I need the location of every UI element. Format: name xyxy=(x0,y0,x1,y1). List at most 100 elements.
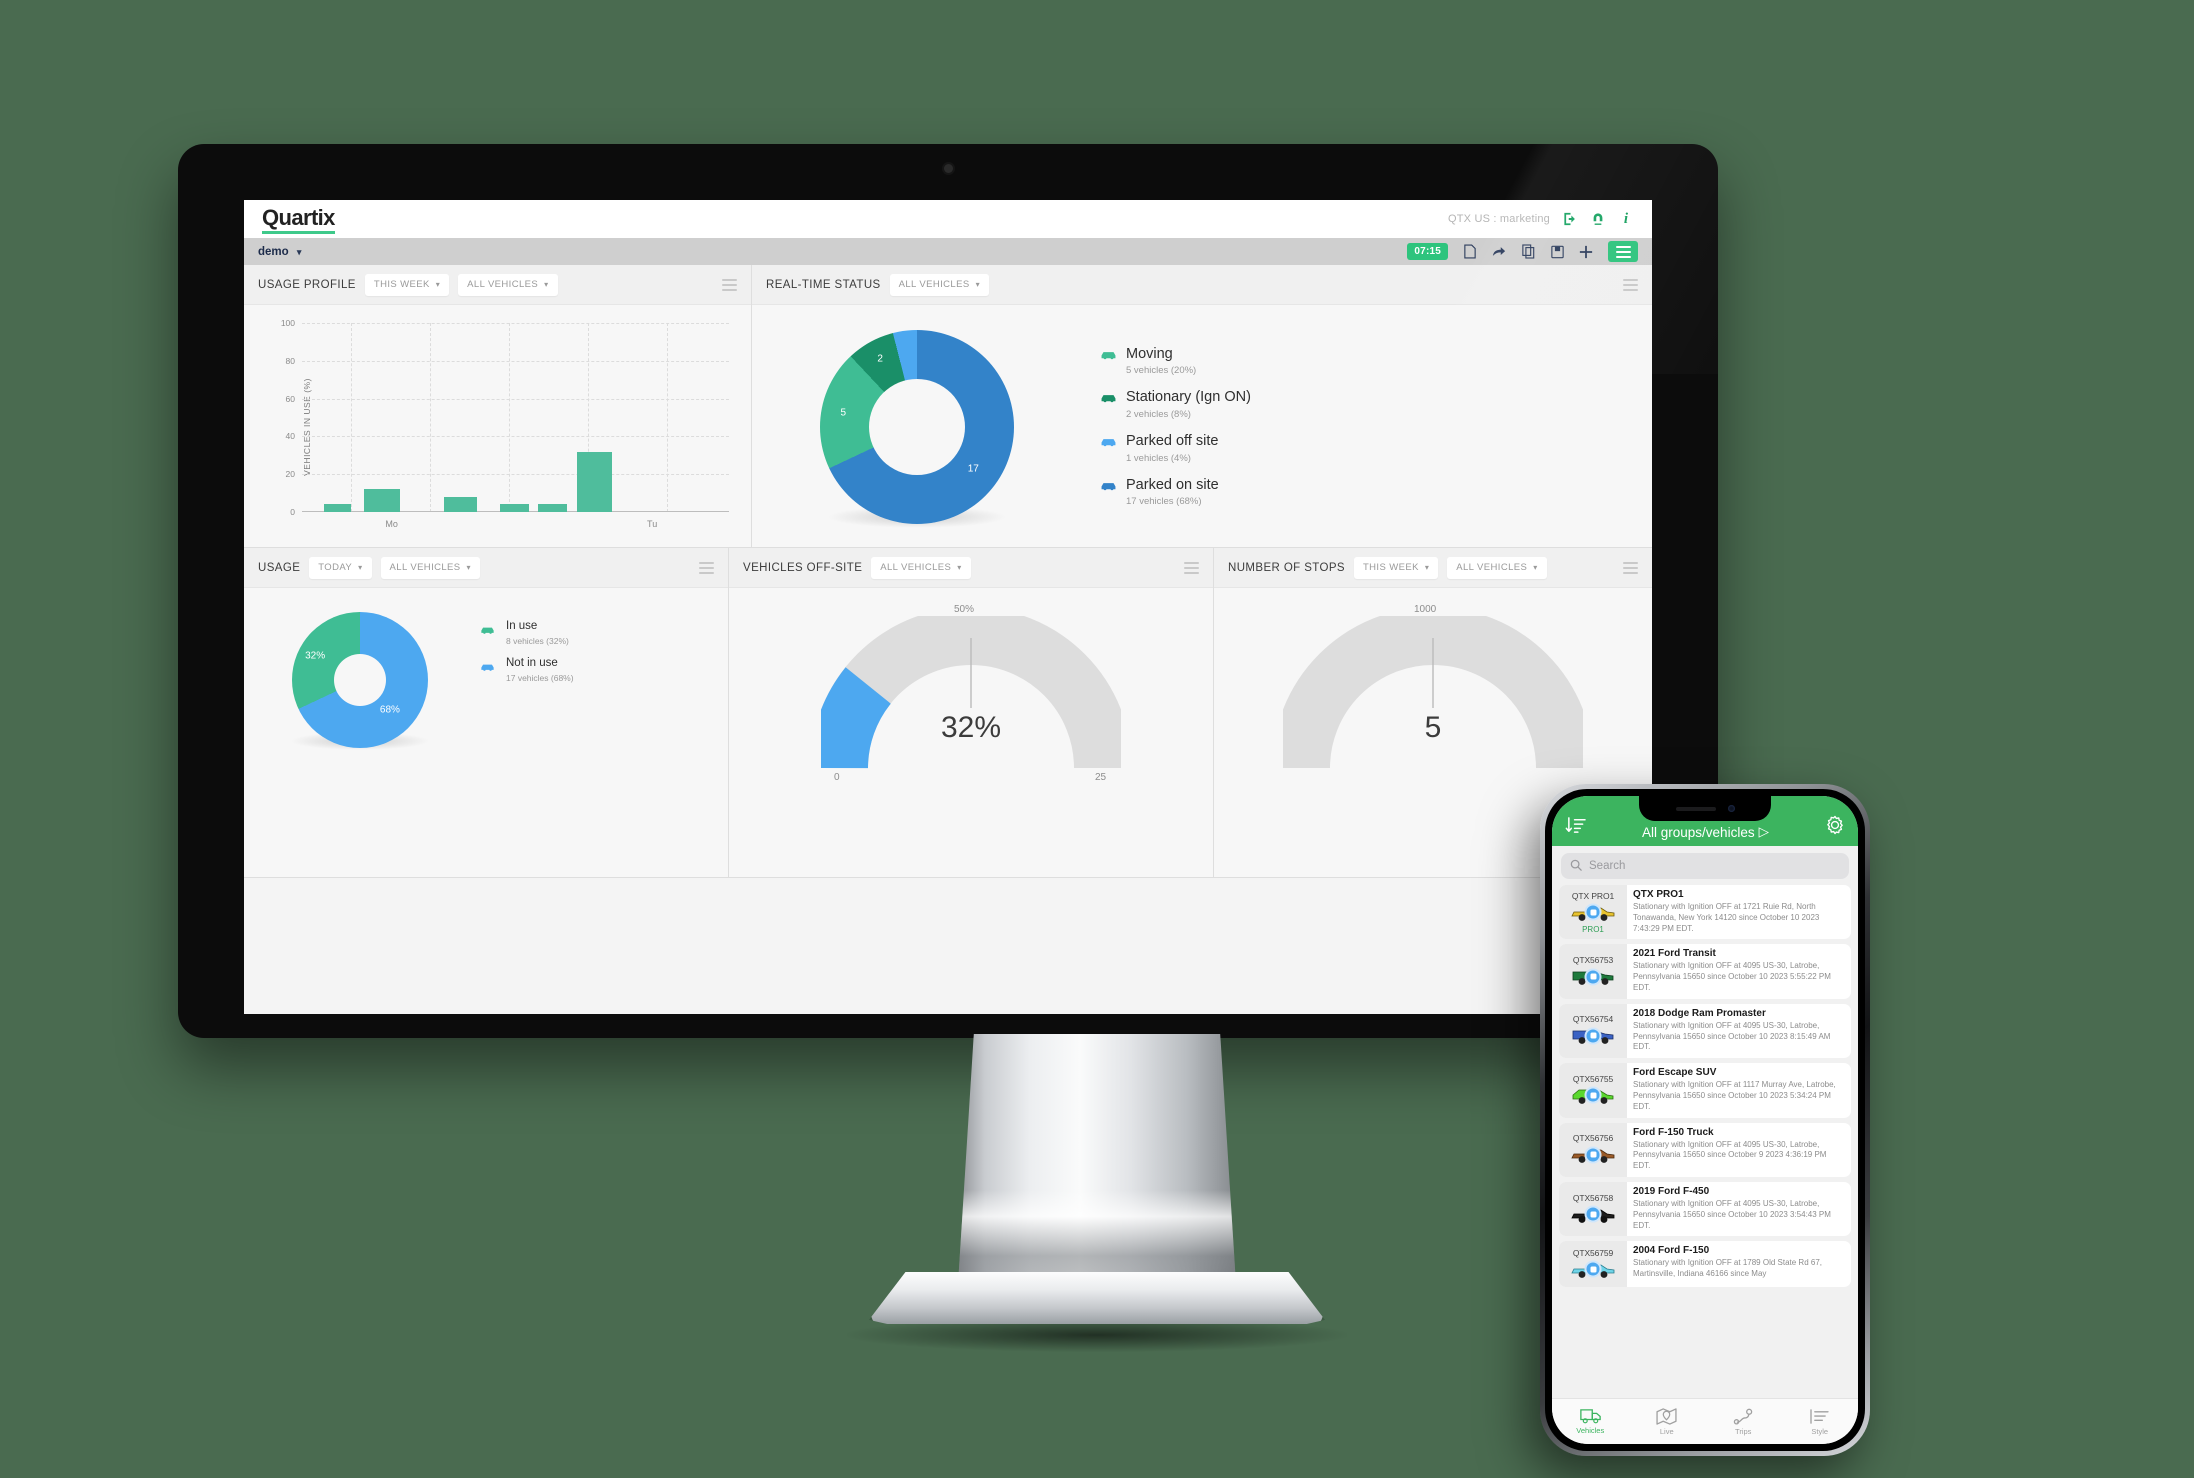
legend-detail: 17 vehicles (68%) xyxy=(1126,496,1202,508)
legend-label: Stationary (Ign ON) xyxy=(1126,389,1251,406)
filter-period[interactable]: TODAY ▾ xyxy=(309,556,372,579)
panel-usage-profile: USAGE PROFILE THIS WEEK ▾ ALL VEHICLES ▾ xyxy=(244,265,752,548)
legend-item[interactable]: Parked on site 17 vehicles (68%) xyxy=(1100,477,1251,508)
filter-vehicles[interactable]: ALL VEHICLES ▾ xyxy=(380,556,480,579)
tab-style[interactable]: Style xyxy=(1782,1408,1859,1436)
legend-label: In use xyxy=(506,620,538,632)
list-item[interactable]: QTX56753 2021 Ford Transit Stationary wi… xyxy=(1559,944,1851,999)
vehicle-status: Stationary with Ignition OFF at 4095 US-… xyxy=(1633,1198,1831,1230)
gear-icon[interactable] xyxy=(1825,815,1845,840)
x-tick: Tu xyxy=(647,519,658,529)
support-icon[interactable] xyxy=(1590,211,1606,227)
panel-options-icon[interactable] xyxy=(1184,561,1199,574)
legend-label: Not in use xyxy=(506,657,558,670)
phone-bezel: All groups/vehicles ▷ Search QTX PRO1 PR… xyxy=(1545,789,1865,1451)
filter-vehicles[interactable]: ALL VEHICLES ▾ xyxy=(1447,556,1547,579)
app-subbar: demo ▾ 07:15 xyxy=(244,238,1652,265)
monitor-screen: Quartix QTX US : marketing i demo ▾ 07:1… xyxy=(244,200,1652,1014)
chevron-down-icon: ▾ xyxy=(466,563,471,572)
sort-icon[interactable] xyxy=(1565,816,1586,840)
vehicle-reg: QTX PRO1 xyxy=(1571,890,1615,901)
legend-item[interactable]: In use 8 vehicles (32%) xyxy=(480,620,574,646)
copy-icon[interactable] xyxy=(1521,244,1535,259)
tab-trips[interactable]: Trips xyxy=(1705,1408,1782,1436)
subbar-actions: 07:15 xyxy=(1407,241,1638,262)
vehicle-list[interactable]: QTX PRO1 PRO1 QTX PRO1 Stationary with I… xyxy=(1552,885,1858,1398)
gauge-value: 32% xyxy=(940,711,1002,744)
list-item[interactable]: QTX56759 2004 Ford F-150 Stationary with… xyxy=(1559,1241,1851,1288)
vehicle-info: 2004 Ford F-150 Stationary with Ignition… xyxy=(1627,1241,1851,1287)
panel-options-icon[interactable] xyxy=(1623,561,1638,574)
mobile-title[interactable]: All groups/vehicles ▷ xyxy=(1642,824,1769,840)
filter-period[interactable]: THIS WEEK ▾ xyxy=(364,273,450,296)
legend-item[interactable]: Not in use 17 vehicles (68%) xyxy=(480,657,574,683)
panel-usage: USAGE TODAY ▾ ALL VEHICLES ▾ 68% 32% In … xyxy=(244,548,729,878)
brand-text: Quartix xyxy=(262,205,335,230)
search-placeholder: Search xyxy=(1589,860,1626,872)
info-icon[interactable]: i xyxy=(1618,211,1634,227)
slice-label: 5 xyxy=(840,407,847,419)
logout-icon[interactable] xyxy=(1562,211,1578,227)
vehicle-thumb: QTX56755 xyxy=(1559,1063,1627,1118)
list-item[interactable]: QTX PRO1 PRO1 QTX PRO1 Stationary with I… xyxy=(1559,885,1851,940)
legend-text: Not in use 17 vehicles (68%) xyxy=(506,657,574,683)
panel-body: 68% 32% In use 8 vehicles (32%) Not in u… xyxy=(244,588,728,878)
legend-detail: 17 vehicles (68%) xyxy=(506,673,574,684)
tab-live[interactable]: Live xyxy=(1629,1407,1706,1436)
vehicle-thumb: QTX PRO1 PRO1 xyxy=(1559,885,1627,940)
share-icon[interactable] xyxy=(1492,244,1506,259)
filter-vehicles[interactable]: ALL VEHICLES ▾ xyxy=(871,556,971,579)
filter-period[interactable]: THIS WEEK ▾ xyxy=(1353,556,1439,579)
panel-options-icon[interactable] xyxy=(1623,278,1638,291)
list-item[interactable]: QTX56755 Ford Escape SUV Stationary with… xyxy=(1559,1063,1851,1118)
vehicle-reg: QTX56758 xyxy=(1572,1192,1614,1203)
off-site-gauge: 32% 50% 0 25 xyxy=(821,604,1121,791)
search-input[interactable]: Search xyxy=(1561,853,1849,879)
legend-item[interactable]: Moving 5 vehicles (20%) xyxy=(1100,346,1251,376)
panel-title: USAGE PROFILE xyxy=(258,278,356,291)
account-switcher[interactable]: demo ▾ xyxy=(258,246,301,258)
document-icon[interactable] xyxy=(1463,244,1477,259)
tab-vehicles[interactable]: Vehicles xyxy=(1552,1408,1629,1435)
panel-header: REAL-TIME STATUS ALL VEHICLES ▾ xyxy=(752,265,1652,305)
legend-item[interactable]: Parked off site 1 vehicles (4%) xyxy=(1100,433,1251,464)
vehicle-name: Ford Escape SUV xyxy=(1633,1067,1717,1079)
menu-icon[interactable] xyxy=(1608,241,1638,262)
car-icon xyxy=(1100,480,1117,493)
vehicle-status: Stationary with Ignition OFF at 1117 Mur… xyxy=(1633,1080,1836,1111)
van-icon xyxy=(1570,967,1616,986)
legend-text: Parked off site 1 vehicles (4%) xyxy=(1126,433,1218,464)
status-marker-icon xyxy=(1584,1086,1602,1104)
y-tick: 100 xyxy=(280,318,295,328)
vehicle-thumb: QTX56753 xyxy=(1559,944,1627,999)
status-marker-icon xyxy=(1584,903,1602,921)
panel-header: USAGE PROFILE THIS WEEK ▾ ALL VEHICLES ▾ xyxy=(244,265,751,305)
panel-options-icon[interactable] xyxy=(722,278,737,291)
filter-vehicles[interactable]: ALL VEHICLES ▾ xyxy=(458,273,558,296)
vehicle-thumb: QTX56756 xyxy=(1559,1122,1627,1177)
search-icon xyxy=(1570,859,1582,874)
legend-label: Parked off site xyxy=(1126,433,1219,449)
panel-vehicles-off-site: VEHICLES OFF-SITE ALL VEHICLES ▾ 32% 50%… xyxy=(729,548,1214,878)
chevron-down-icon: ▾ xyxy=(296,246,302,257)
plus-icon[interactable] xyxy=(1579,244,1593,259)
list-item[interactable]: QTX56754 2018 Dodge Ram Promaster Statio… xyxy=(1559,1003,1851,1059)
panel-options-icon[interactable] xyxy=(699,561,714,574)
mobile-search-area: Search xyxy=(1552,846,1858,885)
list-item[interactable]: QTX56756 Ford F-150 Truck Stationary wit… xyxy=(1559,1122,1851,1177)
status-legend: Moving 5 vehicles (20%) Stationary (Ign … xyxy=(1100,346,1251,508)
filter-vehicles[interactable]: ALL VEHICLES ▾ xyxy=(889,273,990,296)
vehicle-info: QTX PRO1 Stationary with Ignition OFF at… xyxy=(1627,885,1851,939)
suv-icon xyxy=(1570,1086,1616,1105)
monitor-stand-base xyxy=(869,1272,1325,1324)
list-item[interactable]: QTX56758 2019 Ford F-450 Stationary with… xyxy=(1559,1181,1851,1237)
filter-period-label: THIS WEEK xyxy=(373,279,430,290)
legend-text: In use 8 vehicles (32%) xyxy=(506,620,569,646)
vehicle-name: QTX PRO1 xyxy=(1633,889,1684,900)
y-tick: 40 xyxy=(285,431,295,442)
stops-gauge: 5 1000 xyxy=(1283,604,1583,791)
status-donut-chart: 17 5 2 xyxy=(752,329,1082,528)
tab-label: Trips xyxy=(1735,1426,1752,1436)
save-icon[interactable] xyxy=(1550,244,1564,259)
legend-item[interactable]: Stationary (Ign ON) 2 vehicles (8%) xyxy=(1100,389,1251,420)
